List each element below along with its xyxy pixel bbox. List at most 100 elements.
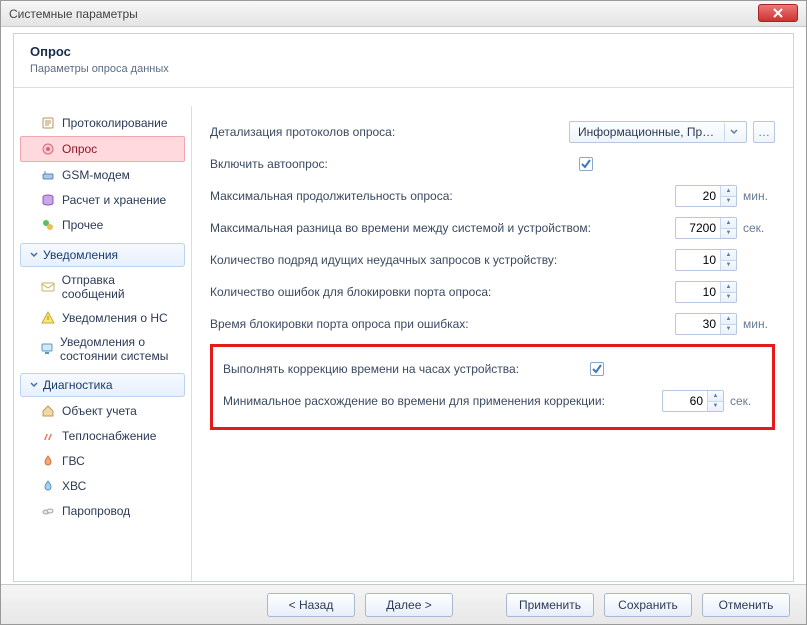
spin-down-icon[interactable]: ▼ (721, 261, 736, 271)
sidebar-item-gsm[interactable]: GSM-модем (20, 163, 185, 187)
max-timediff-input[interactable] (676, 218, 720, 238)
spin-down-icon[interactable]: ▼ (721, 197, 736, 207)
heat-icon (40, 428, 56, 444)
spin-up-icon[interactable]: ▲ (721, 282, 736, 293)
page-subtitle: Параметры опроса данных (30, 63, 777, 75)
setting-label: Максимальная продолжительность опроса: (210, 189, 675, 203)
row-max-duration: Максимальная продолжительность опроса: ▲… (210, 182, 775, 210)
coldwater-icon (40, 478, 56, 494)
spin-down-icon[interactable]: ▼ (708, 402, 723, 412)
database-icon (40, 192, 56, 208)
sidebar-item-label: ХВС (62, 479, 86, 493)
steam-icon (40, 503, 56, 519)
next-button[interactable]: Далее > (365, 593, 453, 617)
setting-label: Минимальное расхождение во времени для п… (223, 394, 662, 408)
row-port-block-time: Время блокировки порта опроса при ошибка… (210, 310, 775, 338)
port-block-time-spinner[interactable]: ▲▼ (675, 313, 737, 335)
sidebar-item-label: GSM-модем (62, 168, 130, 182)
port-block-count-input[interactable] (676, 282, 720, 302)
fail-count-input[interactable] (676, 250, 720, 270)
sidebar-item-other[interactable]: Прочее (20, 213, 185, 237)
port-block-count-spinner[interactable]: ▲▼ (675, 281, 737, 303)
time-correction-highlight: Выполнять коррекцию времени на часах уст… (210, 344, 775, 430)
port-block-time-input[interactable] (676, 314, 720, 334)
max-timediff-spinner[interactable]: ▲▼ (675, 217, 737, 239)
apply-button[interactable]: Применить (506, 593, 594, 617)
sidebar-item-steam[interactable]: Паропровод (20, 499, 185, 523)
poll-icon (40, 141, 56, 157)
spin-up-icon[interactable]: ▲ (721, 250, 736, 261)
sidebar-item-heating[interactable]: Теплоснабжение (20, 424, 185, 448)
spin-down-icon[interactable]: ▼ (721, 325, 736, 335)
autopoll-checkbox[interactable] (579, 157, 593, 171)
spin-up-icon[interactable]: ▲ (721, 218, 736, 229)
sidebar-item-label: Протоколирование (62, 116, 168, 130)
min-divergence-spinner[interactable]: ▲▼ (662, 390, 724, 412)
row-port-block-count: Количество ошибок для блокировки порта о… (210, 278, 775, 306)
sidebar-item-object[interactable]: Объект учета (20, 399, 185, 423)
spin-up-icon[interactable]: ▲ (721, 314, 736, 325)
sidebar-item-system-state[interactable]: Уведомления о состоянии системы (20, 331, 185, 367)
sidebar-item-label: Прочее (62, 218, 103, 232)
spin-up-icon[interactable]: ▲ (721, 186, 736, 197)
unit-label: сек. (730, 394, 762, 408)
unit-label: мин. (743, 189, 775, 203)
sidebar-group-diagnostics[interactable]: Диагностика (20, 373, 185, 397)
save-button[interactable]: Сохранить (604, 593, 692, 617)
spin-down-icon[interactable]: ▼ (721, 293, 736, 303)
row-fail-count: Количество подряд идущих неудачных запро… (210, 246, 775, 274)
sidebar-item-xvs[interactable]: ХВС (20, 474, 185, 498)
sidebar-item-label: Теплоснабжение (62, 429, 156, 443)
setting-label: Время блокировки порта опроса при ошибка… (210, 317, 675, 331)
chevron-down-icon (29, 250, 39, 260)
group-label: Уведомления (43, 248, 118, 262)
sidebar-item-label: ГВС (62, 454, 85, 468)
unit-label: сек. (743, 221, 775, 235)
protocol-detail-combo[interactable]: Информационные, Пред... (569, 121, 747, 143)
sidebar-item-poll[interactable]: Опрос (20, 136, 185, 162)
sidebar-group-notifications[interactable]: Уведомления (20, 243, 185, 267)
sidebar-item-send-messages[interactable]: Отправка сообщений (20, 269, 185, 305)
sidebar-item-gvs[interactable]: ГВС (20, 449, 185, 473)
max-duration-spinner[interactable]: ▲▼ (675, 185, 737, 207)
sidebar-item-label: Паропровод (62, 504, 130, 518)
sidebar-item-logging[interactable]: Протоколирование (20, 111, 185, 135)
setting-label: Детализация протоколов опроса: (210, 125, 569, 139)
warning-icon (40, 310, 56, 326)
dialog-footer: < Назад Далее > Применить Сохранить Отме… (1, 584, 806, 624)
system-parameters-dialog: Системные параметры Опрос Параметры опро… (0, 0, 807, 625)
sidebar-item-label: Опрос (62, 142, 97, 156)
modem-icon (40, 167, 56, 183)
min-divergence-input[interactable] (663, 391, 707, 411)
sidebar-item-alerts-ns[interactable]: Уведомления о НС (20, 306, 185, 330)
close-button[interactable] (758, 4, 798, 22)
monitor-icon (40, 341, 54, 357)
combo-value: Информационные, Пред... (578, 125, 718, 139)
back-button[interactable]: < Назад (267, 593, 355, 617)
max-duration-input[interactable] (676, 186, 720, 206)
fail-count-spinner[interactable]: ▲▼ (675, 249, 737, 271)
row-autopoll: Включить автоопрос: (210, 150, 775, 178)
sidebar-item-label: Уведомления о состоянии системы (60, 335, 179, 363)
envelope-icon (40, 279, 56, 295)
sidebar-item-label: Отправка сообщений (62, 273, 179, 301)
sidebar-item-label: Расчет и хранение (62, 193, 166, 207)
setting-label: Выполнять коррекцию времени на часах уст… (223, 362, 590, 376)
setting-label: Количество подряд идущих неудачных запро… (210, 253, 675, 267)
chevron-down-icon (29, 380, 39, 390)
spin-down-icon[interactable]: ▼ (721, 229, 736, 239)
protocol-detail-extra-button[interactable]: … (753, 121, 775, 143)
sidebar-item-calc[interactable]: Расчет и хранение (20, 188, 185, 212)
hotwater-icon (40, 453, 56, 469)
setting-label: Количество ошибок для блокировки порта о… (210, 285, 675, 299)
time-correction-checkbox[interactable] (590, 362, 604, 376)
sidebar: Протоколирование Опрос GSM-модем Расчет … (14, 106, 192, 581)
sidebar-item-label: Объект учета (62, 404, 137, 418)
cancel-button[interactable]: Отменить (702, 593, 790, 617)
spin-up-icon[interactable]: ▲ (708, 391, 723, 402)
house-icon (40, 403, 56, 419)
ellipsis-icon: … (754, 123, 774, 141)
close-icon (773, 8, 783, 18)
settings-panel: Детализация протоколов опроса: Информаци… (192, 106, 793, 581)
window-title: Системные параметры (9, 7, 138, 21)
